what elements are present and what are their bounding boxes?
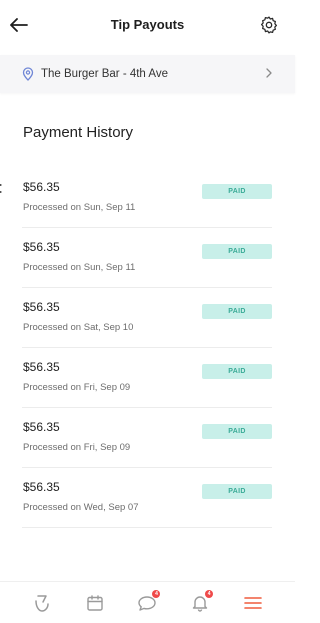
- payment-amount: $56.35: [23, 180, 60, 194]
- nav-calendar[interactable]: [83, 591, 107, 615]
- payment-date: Processed on Fri, Sep 09: [23, 442, 131, 453]
- payment-amount: $56.35: [23, 420, 60, 434]
- notification-badge: 4: [152, 589, 161, 598]
- status-badge: PAID: [202, 424, 272, 439]
- menu-icon: [243, 596, 262, 609]
- edge-indicator: [0, 184, 2, 193]
- page-title: Tip Payouts: [110, 17, 185, 32]
- payment-date: Processed on Sat, Sep 10: [23, 322, 134, 333]
- location-name: The Burger Bar - 4th Ave: [41, 68, 168, 80]
- status-badge: PAID: [202, 484, 272, 499]
- payment-amount: $56.35: [23, 480, 60, 494]
- payment-history-list: $56.35 Processed on Sun, Sep 11 PAID $56…: [22, 168, 272, 528]
- payment-amount: $56.35: [23, 360, 60, 374]
- nav-messages[interactable]: 4: [135, 589, 161, 615]
- brand-logo-icon: [35, 594, 50, 612]
- settings-button[interactable]: [259, 15, 279, 35]
- payment-date: Processed on Sun, Sep 11: [23, 202, 136, 213]
- bottom-navigation: 4 4: [0, 581, 295, 623]
- payment-amount: $56.35: [23, 240, 60, 254]
- notification-badge: 4: [205, 589, 214, 598]
- status-badge: PAID: [202, 184, 272, 199]
- location-selector[interactable]: The Burger Bar - 4th Ave: [0, 55, 295, 93]
- status-badge: PAID: [202, 304, 272, 319]
- payment-row[interactable]: $56.35 Processed on Fri, Sep 09 PAID: [22, 408, 272, 468]
- payment-row[interactable]: $56.35 Processed on Fri, Sep 09 PAID: [22, 348, 272, 408]
- status-badge: PAID: [202, 244, 272, 259]
- nav-menu[interactable]: [241, 591, 265, 615]
- nav-notifications[interactable]: 4: [188, 589, 214, 615]
- chevron-right-icon: [266, 68, 272, 78]
- status-badge: PAID: [202, 364, 272, 379]
- payment-date: Processed on Wed, Sep 07: [23, 502, 139, 513]
- nav-home[interactable]: [30, 591, 54, 615]
- map-pin-icon: [22, 67, 34, 81]
- gear-icon: [260, 16, 278, 34]
- payment-date: Processed on Fri, Sep 09: [23, 382, 131, 393]
- payment-row[interactable]: $56.35 Processed on Sun, Sep 11 PAID: [22, 228, 272, 288]
- payment-amount: $56.35: [23, 300, 60, 314]
- calendar-icon: [87, 594, 103, 611]
- payment-row[interactable]: $56.35 Processed on Sun, Sep 11 PAID: [22, 168, 272, 228]
- section-title: Payment History: [23, 124, 134, 141]
- payment-row[interactable]: $56.35 Processed on Wed, Sep 07 PAID: [22, 468, 272, 528]
- top-bar: Tip Payouts: [0, 0, 295, 52]
- payment-row[interactable]: $56.35 Processed on Sat, Sep 10 PAID: [22, 288, 272, 348]
- payment-date: Processed on Sun, Sep 11: [23, 262, 136, 273]
